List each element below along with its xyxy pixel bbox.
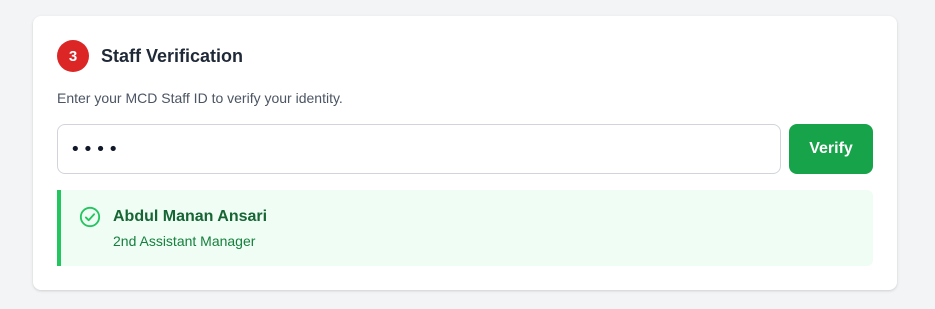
card-header: 3 Staff Verification [57,40,243,72]
card-title: Staff Verification [101,45,244,66]
verify-button[interactable]: Verify [789,124,873,174]
verification-result: Abdul Manan Ansari 2nd Assistant Manager [57,190,873,266]
step-number-badge: 3 [57,40,89,72]
card-description: Enter your MCD Staff ID to verify your i… [57,90,343,106]
check-circle-icon [79,206,101,228]
staff-role: 2nd Assistant Manager [113,233,256,249]
staff-name: Abdul Manan Ansari [113,208,268,225]
staff-id-form: Verify [57,124,873,174]
staff-verification-card: 3 Staff Verification Enter your MCD Staf… [33,16,897,290]
staff-id-input[interactable] [57,124,781,174]
